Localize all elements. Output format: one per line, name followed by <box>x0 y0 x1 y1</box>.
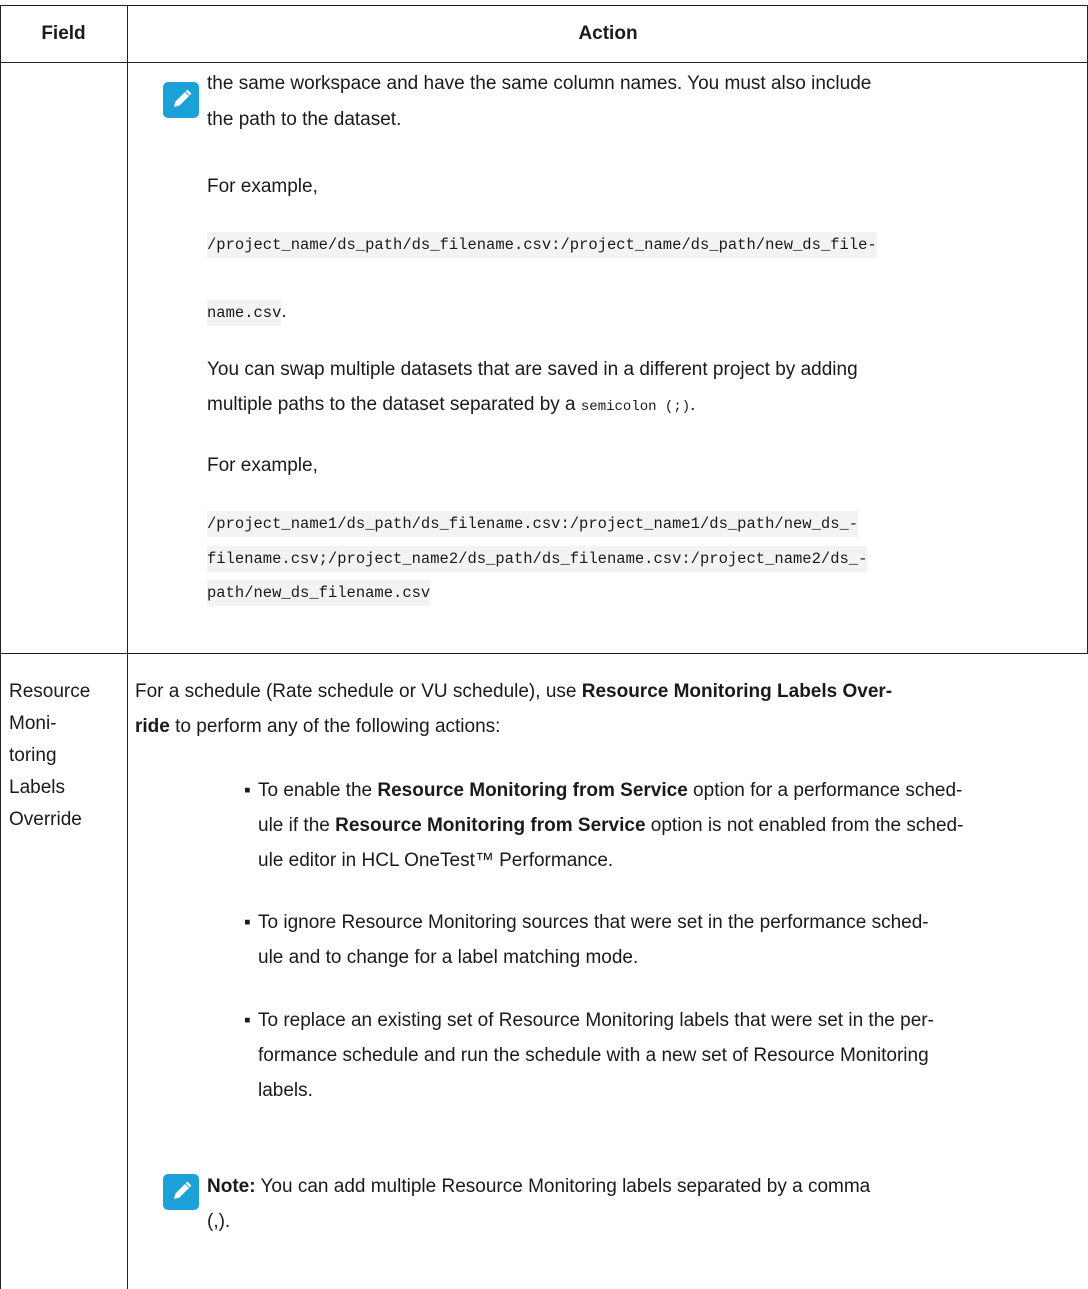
pencil-note-icon <box>163 1174 199 1210</box>
note-continued-line-2: the path to the dataset. <box>207 109 402 130</box>
bullet-2-line-2: ule and to change for a label matching m… <box>258 947 639 968</box>
field-line: Override <box>9 809 82 830</box>
swap-text-line-2: multiple paths to the dataset separated … <box>207 389 695 423</box>
swap-text-pre: multiple paths to the dataset separated … <box>207 394 581 415</box>
bullet-1-line-3: ule editor in HCL OneTest™ Performance. <box>258 850 614 871</box>
code-example-1-line-2-wrap: name.csv. <box>207 296 287 333</box>
intro-post: to perform any of the following actions: <box>169 716 501 737</box>
bullet-1-line-1: To enable the Resource Monitoring from S… <box>258 775 963 807</box>
code-example-2-line-2: filename.csv;/project_name2/ds_path/ds_f… <box>207 546 868 572</box>
text: To enable the <box>258 780 378 801</box>
bullet-3-line-3: labels. <box>258 1080 313 1101</box>
note-continued-line-1: the same workspace and have the same col… <box>207 73 872 94</box>
bullet-3-line-1: To replace an existing set of Resource M… <box>258 1010 934 1031</box>
note-label: Note: <box>207 1176 256 1197</box>
note-line-2: (,). <box>207 1211 231 1232</box>
header-bottom-border <box>0 62 1088 63</box>
bullet-1-line-2: ule if the Resource Monitoring from Serv… <box>258 810 963 842</box>
code-example-1-line-2: name.csv <box>207 300 282 326</box>
bold-text: Resource Monitoring from Service <box>335 815 646 836</box>
text: ule if the <box>258 815 336 836</box>
intro-bold-b: ride <box>135 716 170 737</box>
swap-text-period: . <box>690 394 696 415</box>
column-divider <box>127 5 128 1289</box>
field-line: toring <box>9 745 57 766</box>
field-line: Resource <box>9 681 91 702</box>
field-line: Labels <box>9 777 65 798</box>
intro-bold-a: Resource Monitoring Labels Over- <box>581 681 893 702</box>
bullet-item-3: ▪ To replace an existing set of Resource… <box>244 1005 934 1107</box>
code-example-1-period: . <box>281 301 287 322</box>
field-line: Moni- <box>9 713 57 734</box>
note-text: You can add multiple Resource Monitoring… <box>255 1176 871 1197</box>
bullet-marker: ▪ <box>244 1010 251 1031</box>
intro-line-2: ride to perform any of the following act… <box>135 711 500 743</box>
intro-line-1: For a schedule (Rate schedule or VU sche… <box>135 676 892 708</box>
intro-pre: For a schedule (Rate schedule or VU sche… <box>135 681 582 702</box>
field-action-table: Field Action the same workspace and have… <box>0 0 1088 1289</box>
code-example-1-line-1: /project_name/ds_path/ds_filename.csv:/p… <box>207 232 877 258</box>
field-resource-monitoring-labels-override: Resource Moni- toring Labels Override <box>9 676 127 836</box>
pencil-note-icon <box>163 82 199 118</box>
bullet-marker: ▪ <box>244 780 251 801</box>
bullet-3-line-2: formance schedule and run the schedule w… <box>258 1045 929 1066</box>
bold-text: Resource Monitoring from Service <box>377 780 688 801</box>
code-example-2-line-1: /project_name1/ds_path/ds_filename.csv:/… <box>207 511 859 537</box>
swap-text-line-1: You can swap multiple datasets that are … <box>207 359 858 380</box>
text: option for a performance sched- <box>687 780 963 801</box>
bullet-item-1: ▪ To enable the Resource Monitoring from… <box>244 775 963 877</box>
header-action: Action <box>578 23 638 44</box>
semicolon-code: semicolon (;) <box>580 399 691 415</box>
text: option is not enabled from the sched- <box>645 815 964 836</box>
bullet-item-2: ▪ To ignore Resource Monitoring sources … <box>244 907 929 974</box>
bullet-marker: ▪ <box>244 912 251 933</box>
header-field: Field <box>41 23 86 44</box>
table-left-border <box>0 5 1 1289</box>
example-label-1: For example, <box>207 176 318 197</box>
note-line-1: Note: You can add multiple Resource Moni… <box>207 1171 870 1203</box>
row-divider <box>0 653 1088 654</box>
bullet-2-line-1: To ignore Resource Monitoring sources th… <box>258 912 929 933</box>
example-label-2: For example, <box>207 455 318 476</box>
code-example-2-line-3: path/new_ds_filename.csv <box>207 580 431 606</box>
